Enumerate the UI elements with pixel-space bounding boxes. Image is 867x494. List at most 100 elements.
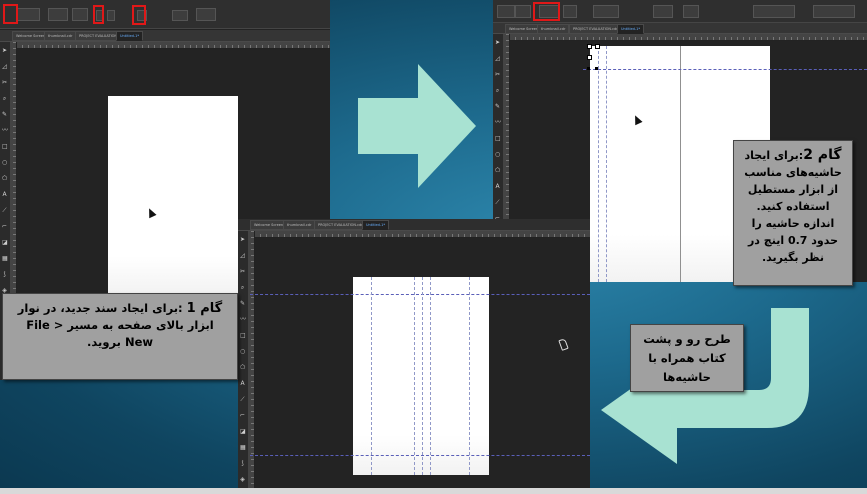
tab-thumbnail[interactable]: thumbnail.cdr [44, 31, 77, 41]
rectangle-tool-icon[interactable]: □ [495, 136, 501, 142]
artistic-media-icon[interactable]: 〰 [240, 317, 246, 323]
text-tool-icon[interactable]: A [2, 192, 7, 198]
eyedropper-icon[interactable]: ⟆ [2, 272, 7, 278]
step2-label: گام 2 [803, 147, 842, 163]
highlight-page-size [3, 4, 18, 24]
margin-guide-center-right[interactable] [430, 277, 431, 475]
page-width-field[interactable] [48, 8, 68, 21]
shape-tool-icon[interactable]: ◿ [240, 253, 245, 259]
margin-guide-bottom[interactable] [250, 455, 590, 456]
step1-label: گام 1 [186, 301, 223, 316]
polygon-tool-icon[interactable]: ⬠ [240, 365, 245, 371]
highlight-units [132, 5, 146, 25]
text-tool-icon[interactable]: A [495, 184, 500, 190]
shape-tool-icon[interactable]: ◿ [2, 64, 7, 70]
rotation-field[interactable] [593, 5, 619, 18]
screenshot-step3: Welcome Screen thumbnail.cdr PROJECT EVA… [238, 219, 590, 494]
corner-radius-field[interactable] [653, 5, 673, 18]
document-page[interactable] [108, 96, 238, 296]
ellipse-tool-icon[interactable]: ○ [240, 349, 245, 355]
pick-tool-icon[interactable]: ➤ [240, 237, 245, 243]
parallel-dimension-icon[interactable]: ⟋ [495, 200, 500, 206]
selection-handles[interactable] [587, 44, 601, 72]
freehand-tool-icon[interactable]: ✎ [240, 301, 245, 307]
transparency-icon[interactable]: ▦ [2, 256, 8, 262]
mouse-pointer-icon [558, 338, 569, 351]
text-tool-icon[interactable]: A [240, 381, 245, 387]
freehand-tool-icon[interactable]: ✎ [2, 112, 7, 118]
document-tabs: Welcome Screen thumbnail.cdr PROJECT EVA… [0, 30, 330, 42]
ellipse-tool-icon[interactable]: ○ [495, 152, 500, 158]
parallel-dimension-icon[interactable]: ⟋ [240, 397, 245, 403]
drop-shadow-icon[interactable]: ◪ [2, 240, 8, 246]
artistic-media-icon[interactable]: 〰 [2, 128, 8, 134]
crop-tool-icon[interactable]: ✂ [2, 80, 7, 86]
margin-guide-left[interactable] [371, 277, 372, 475]
tab-thumbnail[interactable]: thumbnail.cdr [283, 220, 316, 230]
transparency-icon[interactable]: ▦ [240, 445, 246, 451]
crop-tool-icon[interactable]: ✂ [240, 269, 245, 275]
horizontal-ruler[interactable] [10, 42, 330, 49]
polygon-tool-icon[interactable]: ⬠ [495, 168, 500, 174]
tab-thumbnail[interactable]: thumbnail.cdr [537, 24, 570, 34]
shape-tool-icon[interactable]: ◿ [495, 56, 500, 62]
tab-untitled-1[interactable]: Untitled-1* [617, 24, 645, 34]
pick-tool-icon[interactable]: ➤ [2, 48, 7, 54]
highlight-orientation [93, 5, 104, 24]
interactive-fill-icon[interactable]: ◈ [240, 477, 245, 483]
right-arrow-icon [358, 64, 476, 188]
wrap-text-dropdown[interactable] [813, 5, 855, 18]
artistic-media-icon[interactable]: 〰 [495, 120, 501, 126]
page-size-dropdown[interactable] [16, 8, 40, 21]
position-y-field[interactable] [515, 5, 531, 18]
tab-project-evaluation[interactable]: PROJECT EVALUATION.cdr* [314, 220, 369, 230]
drop-shadow-icon[interactable]: ◪ [240, 429, 246, 435]
tab-project-evaluation[interactable]: PROJECT EVALUATION.cdr* [569, 24, 624, 34]
nudge-field[interactable] [172, 10, 188, 21]
document-tabs: Welcome Screen thumbnail.cdr PROJECT EVA… [238, 219, 590, 231]
bottom-strip [0, 488, 867, 494]
margin-guide-center[interactable] [422, 277, 423, 475]
duplicate-distance-field[interactable] [196, 8, 216, 21]
margin-guide-top[interactable] [583, 69, 867, 70]
tab-untitled-1[interactable]: Untitled-1* [362, 220, 390, 230]
property-bar [0, 0, 330, 29]
page-height-field[interactable] [72, 8, 88, 21]
zoom-tool-icon[interactable]: ⌕ [495, 88, 500, 94]
document-tabs: Welcome Screen thumbnail.cdr PROJECT EVA… [493, 23, 867, 34]
zoom-tool-icon[interactable]: ⌕ [2, 96, 7, 102]
pick-tool-icon[interactable]: ➤ [495, 40, 500, 46]
connector-tool-icon[interactable]: ⌐ [2, 224, 7, 230]
margin-guide-right[interactable] [469, 277, 470, 475]
toolbox: ➤ ◿ ✂ ⌕ ✎ 〰 □ ○ ⬠ A ⟋ ⌐ ◪ ▦ ⟆ ◈ [238, 231, 248, 494]
crop-tool-icon[interactable]: ✂ [495, 72, 500, 78]
callout-step1: گام 1 :برای ایجاد سند جدید، در نوار ابزا… [2, 293, 238, 380]
landscape-button[interactable] [107, 10, 115, 21]
rectangle-tool-icon[interactable]: □ [2, 144, 8, 150]
step3-text: طرح رو و پشت کتاب همراه با حاشیه‌ها [643, 332, 731, 384]
rectangle-tool-icon[interactable]: □ [240, 333, 246, 339]
horizontal-ruler[interactable] [248, 231, 590, 238]
polygon-tool-icon[interactable]: ⬠ [2, 176, 7, 182]
margin-guide-left[interactable] [598, 46, 599, 282]
scale-field[interactable] [563, 5, 577, 18]
tab-untitled-1[interactable]: Untitled-1* [116, 31, 144, 41]
zoom-tool-icon[interactable]: ⌕ [240, 285, 245, 291]
position-x-field[interactable] [497, 5, 515, 18]
outline-width-field[interactable] [683, 5, 699, 18]
parallel-dimension-icon[interactable]: ⟋ [2, 208, 7, 214]
margin-guide-center-left[interactable] [414, 277, 415, 475]
horizontal-ruler[interactable] [503, 34, 867, 41]
ellipse-tool-icon[interactable]: ○ [2, 160, 7, 166]
outline-style-dropdown[interactable] [753, 5, 795, 18]
step1-text: :برای ایجاد سند جدید، در نوار ابزار بالا… [17, 301, 214, 349]
tab-welcome-screen[interactable]: Welcome Screen [250, 220, 288, 230]
property-bar [493, 0, 867, 23]
margin-guide-top[interactable] [250, 294, 590, 295]
freehand-tool-icon[interactable]: ✎ [495, 104, 500, 110]
eyedropper-icon[interactable]: ⟆ [240, 461, 245, 467]
connector-tool-icon[interactable]: ⌐ [240, 413, 245, 419]
callout-step2: گام 2:برای ایجاد حاشیه‌های مناسب از ابزا… [733, 140, 853, 286]
spine-guide[interactable] [680, 46, 681, 282]
margin-guide-inner[interactable] [606, 46, 607, 282]
